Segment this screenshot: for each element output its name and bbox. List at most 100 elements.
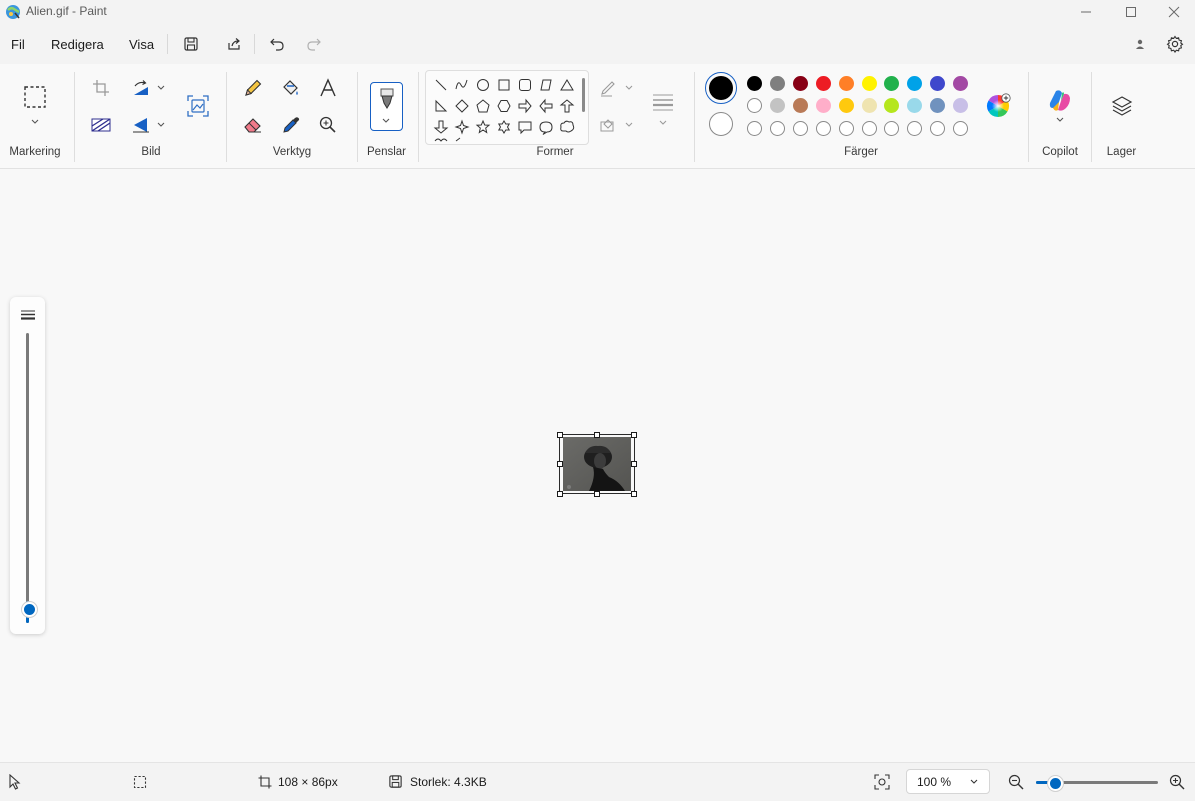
right-triangle-shape-icon[interactable] [435, 99, 448, 112]
color-swatch[interactable] [747, 98, 762, 113]
curve-shape-icon[interactable] [455, 79, 468, 90]
color-swatch[interactable] [793, 98, 808, 113]
color-swatch[interactable] [770, 76, 785, 91]
maximize-button[interactable] [1108, 0, 1154, 24]
flip-icon[interactable] [126, 110, 156, 140]
resize-handle[interactable] [557, 432, 563, 438]
save-button[interactable] [177, 32, 205, 56]
undo-button[interactable] [263, 32, 291, 56]
polygon-shape-icon[interactable] [540, 79, 552, 91]
custom-color-slot[interactable] [907, 121, 922, 136]
copilot-icon[interactable] [1045, 86, 1075, 116]
chevron-down-icon[interactable] [155, 119, 167, 131]
layers-icon[interactable] [1107, 91, 1137, 121]
pencil-icon[interactable] [238, 73, 268, 103]
color-swatch[interactable] [816, 98, 831, 113]
color-swatch[interactable] [793, 76, 808, 91]
color-swatch[interactable] [839, 98, 854, 113]
brush-size-slider-thumb[interactable] [22, 602, 37, 617]
custom-color-slot[interactable] [862, 121, 877, 136]
custom-color-slot[interactable] [930, 121, 945, 136]
color-picker-icon[interactable] [276, 110, 306, 140]
custom-color-slot[interactable] [816, 121, 831, 136]
redo-button[interactable] [300, 32, 328, 56]
diamond-shape-icon[interactable] [455, 99, 469, 113]
rotate-icon[interactable] [126, 73, 156, 103]
close-button[interactable] [1151, 0, 1195, 24]
zoom-out-button[interactable] [1008, 774, 1024, 790]
minimize-button[interactable] [1063, 0, 1109, 24]
resize-handle[interactable] [631, 432, 637, 438]
crop-icon[interactable] [86, 73, 116, 103]
resize-handle[interactable] [594, 432, 600, 438]
five-point-star-shape-icon[interactable] [475, 119, 491, 134]
color-swatch[interactable] [862, 98, 877, 113]
pentagon-shape-icon[interactable] [476, 99, 490, 113]
settings-button[interactable] [1161, 32, 1189, 56]
custom-color-slot[interactable] [793, 121, 808, 136]
fill-bucket-icon[interactable] [276, 73, 306, 103]
color-swatch[interactable] [953, 98, 968, 113]
primary-color-button[interactable] [705, 72, 737, 104]
eraser-icon[interactable] [238, 110, 268, 140]
chevron-down-icon[interactable] [623, 119, 635, 131]
color-swatch[interactable] [907, 76, 922, 91]
color-swatch[interactable] [884, 76, 899, 91]
rectangle-shape-icon[interactable] [498, 79, 510, 91]
fit-to-window-button[interactable] [874, 774, 890, 790]
zoom-in-button[interactable] [1169, 774, 1185, 790]
color-swatch[interactable] [747, 76, 762, 91]
select-rectangle-button[interactable] [20, 82, 50, 112]
resize-skew-icon[interactable] [86, 110, 116, 140]
shape-fill-icon[interactable] [594, 110, 624, 140]
hexagon-shape-icon[interactable] [497, 100, 511, 112]
line-shape-icon[interactable] [435, 79, 447, 91]
edit-colors-button[interactable] [983, 91, 1013, 121]
image-generate-icon[interactable] [183, 91, 213, 121]
color-swatch[interactable] [862, 76, 877, 91]
color-swatch[interactable] [930, 98, 945, 113]
left-arrow-shape-icon[interactable] [539, 98, 553, 114]
zoom-select[interactable]: 100 % [906, 769, 990, 794]
zoom-slider-thumb[interactable] [1048, 776, 1063, 791]
color-swatch[interactable] [770, 98, 785, 113]
chevron-down-icon[interactable] [623, 82, 635, 94]
resize-handle[interactable] [557, 491, 563, 497]
menu-view[interactable]: Visa [129, 37, 154, 52]
magnifier-icon[interactable] [313, 110, 343, 140]
resize-handle[interactable] [557, 461, 563, 467]
color-swatch[interactable] [816, 76, 831, 91]
brushes-button[interactable] [370, 82, 403, 131]
rounded-rectangle-shape-icon[interactable] [519, 79, 531, 91]
up-arrow-shape-icon[interactable] [559, 99, 575, 113]
oval-shape-icon[interactable] [477, 79, 489, 91]
text-tool-icon[interactable] [313, 73, 343, 103]
custom-color-slot[interactable] [953, 121, 968, 136]
chevron-down-icon[interactable] [29, 116, 41, 128]
selection-box[interactable] [559, 434, 635, 494]
chevron-down-icon[interactable] [155, 82, 167, 94]
color-swatch[interactable] [884, 98, 899, 113]
secondary-color-button[interactable] [709, 112, 733, 136]
oval-callout-shape-icon[interactable] [539, 121, 553, 135]
color-swatch[interactable] [953, 76, 968, 91]
custom-color-slot[interactable] [770, 121, 785, 136]
custom-color-slot[interactable] [747, 121, 762, 136]
brush-size-slider-track[interactable] [26, 333, 29, 623]
chevron-down-icon[interactable] [1054, 114, 1066, 126]
shape-outline-icon[interactable] [594, 74, 624, 104]
shapes-scrollbar[interactable] [582, 78, 585, 112]
share-button[interactable] [220, 32, 248, 56]
custom-color-slot[interactable] [839, 121, 854, 136]
color-swatch[interactable] [907, 98, 922, 113]
color-swatch[interactable] [930, 76, 945, 91]
six-point-star-shape-icon[interactable] [497, 120, 511, 134]
down-arrow-shape-icon[interactable] [433, 120, 449, 134]
cloud-callout-shape-icon[interactable] [560, 120, 575, 133]
menu-file[interactable]: Fil [11, 37, 25, 52]
custom-color-slot[interactable] [884, 121, 899, 136]
four-point-star-shape-icon[interactable] [454, 119, 470, 135]
menu-edit[interactable]: Redigera [51, 37, 104, 52]
rect-callout-shape-icon[interactable] [518, 121, 532, 135]
color-swatch[interactable] [839, 76, 854, 91]
